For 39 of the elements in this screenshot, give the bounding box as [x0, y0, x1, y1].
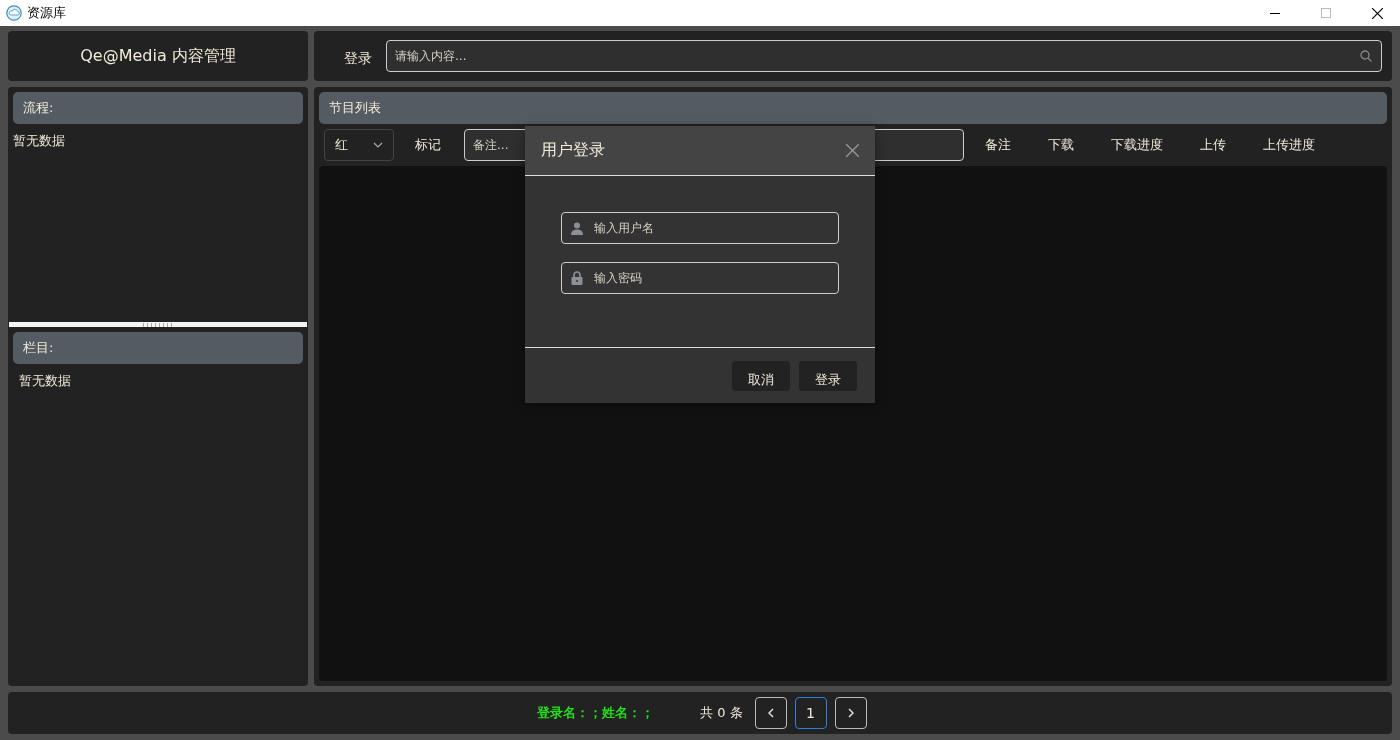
section-header: 栏目:	[13, 332, 303, 364]
close-icon[interactable]	[846, 144, 859, 157]
chevron-down-icon	[373, 142, 383, 148]
window-title: 资源库	[27, 4, 67, 22]
user-icon	[571, 221, 583, 235]
color-select[interactable]: 红	[324, 129, 394, 161]
section-header: 节目列表	[319, 92, 1387, 124]
column-header: 下载进度	[1111, 136, 1163, 154]
lock-icon	[571, 271, 583, 285]
dialog-title: 用户登录	[541, 140, 605, 161]
login-link[interactable]: 登录	[344, 50, 372, 68]
column-header: 上传进度	[1263, 136, 1315, 154]
brand-title: Qe@Media 内容管理	[8, 31, 308, 81]
username-field[interactable]: 输入用户名	[561, 212, 839, 244]
maximize-icon	[1321, 8, 1331, 18]
minimize-icon	[1270, 12, 1280, 14]
next-page-button[interactable]	[834, 697, 867, 729]
splitter-handle[interactable]	[9, 322, 307, 327]
page-button[interactable]: 1	[794, 697, 827, 729]
cancel-button[interactable]: 取消	[732, 361, 790, 391]
mark-label: 标记	[415, 136, 441, 154]
prev-page-button[interactable]	[754, 697, 787, 729]
user-info: 登录名：；姓名：；	[537, 704, 654, 722]
column-header: 备注	[985, 136, 1011, 154]
empty-text: 暂无数据	[13, 132, 66, 150]
close-icon	[1371, 7, 1383, 19]
empty-text: 暂无数据	[18, 372, 72, 390]
login-button[interactable]: 登录	[799, 361, 857, 391]
column-header: 下载	[1048, 136, 1074, 154]
column-header: 上传	[1200, 136, 1226, 154]
chevron-right-icon	[847, 708, 854, 718]
grip-icon	[143, 322, 173, 327]
cloud-logo-icon	[6, 5, 22, 21]
search-icon	[1360, 50, 1372, 62]
chevron-left-icon	[767, 708, 774, 718]
section-header: 流程:	[13, 92, 303, 124]
total-count: 共 0 条	[700, 704, 743, 722]
password-field[interactable]: 输入密码	[561, 262, 839, 294]
search-field[interactable]: 请输入内容...	[386, 40, 1382, 72]
